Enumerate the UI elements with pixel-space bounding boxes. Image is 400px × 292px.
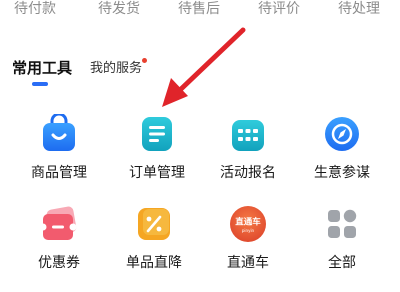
tool-item-activity-signup[interactable]: 活动报名 (200, 114, 296, 194)
price-drop-tag-icon (134, 204, 174, 244)
tool-label: 订单管理 (129, 165, 185, 181)
shopping-bag-icon (39, 112, 79, 154)
status-tab-pending-process[interactable]: 待处理 (338, 0, 380, 18)
tool-item-ztc[interactable]: 直通车 pinyin 直通车 (200, 204, 296, 284)
coupon-ticket-icon (39, 204, 79, 244)
active-tab-indicator (32, 82, 48, 86)
status-tab-pending-shipment[interactable]: 待发货 (98, 0, 140, 18)
tool-item-business-advisor[interactable]: 生意参谋 (294, 114, 390, 194)
tool-label: 单品直降 (126, 255, 182, 271)
tool-label: 直通车 (227, 255, 269, 271)
order-status-tabs: 待付款 待发货 待售后 待评价 待处理 (0, 0, 400, 20)
tab-my-services[interactable]: 我的服务 (90, 60, 142, 78)
tool-label: 全部 (328, 255, 356, 271)
tool-label: 活动报名 (220, 165, 276, 181)
tool-item-order-management[interactable]: 订单管理 (109, 114, 205, 194)
status-tab-pending-payment[interactable]: 待付款 (14, 0, 56, 18)
ztc-badge-icon: 直通车 pinyin (228, 204, 268, 244)
ztc-badge-subtext: pinyin (242, 228, 255, 233)
tool-item-product-management[interactable]: 商品管理 (11, 112, 107, 194)
ztc-badge-text: 直通车 (235, 217, 261, 228)
tab-common-tools[interactable]: 常用工具 (12, 58, 72, 78)
all-apps-grid-icon (322, 204, 362, 244)
tool-item-single-price-drop[interactable]: 单品直降 (106, 204, 202, 284)
order-document-icon (137, 114, 177, 154)
tool-tabs: 常用工具 我的服务 (0, 58, 400, 92)
status-tab-pending-aftersale[interactable]: 待售后 (178, 0, 220, 18)
tool-label: 优惠券 (38, 255, 80, 271)
tool-item-all[interactable]: 全部 (294, 204, 390, 284)
tool-item-coupon[interactable]: 优惠券 (11, 204, 107, 284)
compass-icon (322, 114, 362, 154)
status-tab-pending-review[interactable]: 待评价 (258, 0, 300, 18)
tool-label: 生意参谋 (314, 165, 370, 181)
tool-label: 商品管理 (31, 165, 87, 181)
calendar-register-icon (228, 114, 268, 154)
notification-dot (142, 58, 147, 63)
